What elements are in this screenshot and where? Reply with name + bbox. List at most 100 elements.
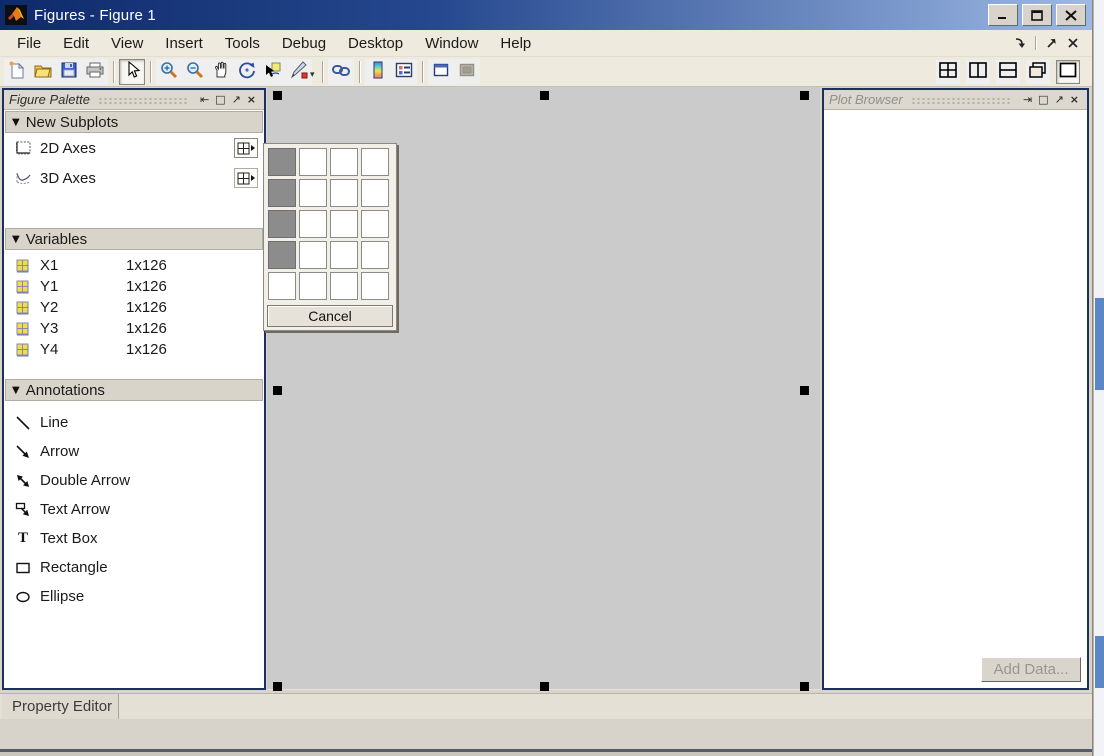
3d-axes-grid-button[interactable] bbox=[234, 168, 258, 188]
text-box-icon: T bbox=[14, 531, 32, 547]
subplot-item-3d-axes[interactable]: 3D Axes bbox=[4, 163, 264, 193]
titlebar[interactable]: Figures - Figure 1 bbox=[0, 0, 1092, 30]
menu-tools[interactable]: Tools bbox=[214, 32, 271, 55]
menu-insert[interactable]: Insert bbox=[154, 32, 214, 55]
layout-cascade-button[interactable] bbox=[1026, 60, 1050, 84]
grid-cell-r1c4[interactable] bbox=[361, 148, 389, 176]
select-arrow-button[interactable] bbox=[119, 59, 145, 85]
grid-cell-r3c4[interactable] bbox=[361, 210, 389, 238]
annotation-item-rectangle[interactable]: Rectangle bbox=[4, 553, 264, 582]
zoom-out-button[interactable] bbox=[182, 59, 208, 85]
link-plot-button[interactable] bbox=[328, 59, 354, 85]
zoom-in-button[interactable] bbox=[156, 59, 182, 85]
dock-left-icon[interactable]: ⇤ bbox=[197, 94, 212, 105]
property-editor-tab[interactable]: Property Editor bbox=[2, 694, 119, 720]
close-button[interactable] bbox=[1056, 4, 1086, 26]
open-file-button[interactable] bbox=[30, 59, 56, 85]
selection-handle-bottom-left[interactable] bbox=[273, 682, 282, 691]
selection-handle-mid-left[interactable] bbox=[273, 386, 282, 395]
layout-grid-button[interactable] bbox=[936, 60, 960, 84]
close-figure-icon[interactable] bbox=[1066, 36, 1080, 50]
section-new-subplots[interactable]: ▼ New Subplots bbox=[5, 111, 263, 133]
save-button[interactable] bbox=[56, 59, 82, 85]
selection-handle-top-left[interactable] bbox=[273, 91, 282, 100]
menu-edit[interactable]: Edit bbox=[52, 32, 100, 55]
variable-row-y1[interactable]: Y1 1x126 bbox=[4, 276, 264, 297]
grid-cell-r4c3[interactable] bbox=[330, 241, 358, 269]
brush-button[interactable] bbox=[286, 59, 312, 85]
desktop-layout-buttons bbox=[936, 60, 1088, 84]
minimize-button[interactable] bbox=[988, 4, 1018, 26]
selection-handle-top-right[interactable] bbox=[800, 91, 809, 100]
grid-cell-r3c1[interactable] bbox=[268, 210, 296, 238]
variable-row-x1[interactable]: X1 1x126 bbox=[4, 255, 264, 276]
selection-handle-bottom-center[interactable] bbox=[540, 682, 549, 691]
grid-cell-r3c2[interactable] bbox=[299, 210, 327, 238]
menu-view[interactable]: View bbox=[100, 32, 154, 55]
close-panel-icon[interactable]: × bbox=[244, 94, 259, 105]
new-figure-button[interactable] bbox=[4, 59, 30, 85]
grid-cell-r4c4[interactable] bbox=[361, 241, 389, 269]
maximize-panel-icon[interactable]: □ bbox=[212, 94, 228, 105]
annotation-item-double-arrow[interactable]: Double Arrow bbox=[4, 466, 264, 495]
grid-cell-r1c3[interactable] bbox=[330, 148, 358, 176]
menu-debug[interactable]: Debug bbox=[271, 32, 337, 55]
section-variables[interactable]: ▼ Variables bbox=[5, 228, 263, 250]
plot-browser-header[interactable]: Plot Browser ⇥ □ ↗ × bbox=[824, 90, 1087, 110]
grid-cell-r5c1[interactable] bbox=[268, 272, 296, 300]
grid-cell-r2c3[interactable] bbox=[330, 179, 358, 207]
print-button[interactable] bbox=[82, 59, 108, 85]
selection-handle-top-center[interactable] bbox=[540, 91, 549, 100]
annotation-item-text-box[interactable]: T Text Box bbox=[4, 524, 264, 553]
close-panel-icon[interactable]: × bbox=[1067, 94, 1082, 105]
grid-cell-r5c2[interactable] bbox=[299, 272, 327, 300]
grid-cell-r3c3[interactable] bbox=[330, 210, 358, 238]
grid-cell-r1c2[interactable] bbox=[299, 148, 327, 176]
dock-right-icon[interactable]: ⇥ bbox=[1020, 94, 1035, 105]
add-data-button[interactable]: Add Data... bbox=[981, 657, 1081, 682]
annotation-item-ellipse[interactable]: Ellipse bbox=[4, 582, 264, 611]
grid-cell-r5c3[interactable] bbox=[330, 272, 358, 300]
selection-handle-mid-right[interactable] bbox=[800, 386, 809, 395]
2d-axes-grid-button[interactable] bbox=[234, 138, 258, 158]
subplot-item-2d-axes[interactable]: 2D Axes bbox=[4, 133, 264, 163]
insert-legend-button[interactable] bbox=[391, 59, 417, 85]
undock-panel-icon[interactable]: ↗ bbox=[229, 94, 244, 105]
layout-single-button[interactable] bbox=[1056, 60, 1080, 84]
annotation-item-text-arrow[interactable]: Text Arrow bbox=[4, 495, 264, 524]
layout-horizontal-split-button[interactable] bbox=[996, 60, 1020, 84]
grid-cell-r4c2[interactable] bbox=[299, 241, 327, 269]
data-cursor-button[interactable] bbox=[260, 59, 286, 85]
rotate-3d-button[interactable] bbox=[234, 59, 260, 85]
hide-plot-tools-button[interactable] bbox=[428, 59, 454, 85]
menu-help[interactable]: Help bbox=[489, 32, 542, 55]
section-annotations[interactable]: ▼ Annotations bbox=[5, 379, 263, 401]
grid-cell-r2c1[interactable] bbox=[268, 179, 296, 207]
menu-desktop[interactable]: Desktop bbox=[337, 32, 414, 55]
insert-colorbar-button[interactable] bbox=[365, 59, 391, 85]
layout-vertical-split-button[interactable] bbox=[966, 60, 990, 84]
undock-panel-icon[interactable]: ↗ bbox=[1052, 94, 1067, 105]
grid-cell-r4c1[interactable] bbox=[268, 241, 296, 269]
cancel-button[interactable]: Cancel bbox=[267, 305, 393, 327]
maximize-button[interactable] bbox=[1022, 4, 1052, 26]
grid-cell-r5c4[interactable] bbox=[361, 272, 389, 300]
variable-row-y4[interactable]: Y4 1x126 bbox=[4, 339, 264, 360]
undock-icon[interactable] bbox=[1044, 36, 1058, 50]
annotation-item-arrow[interactable]: Arrow bbox=[4, 437, 264, 466]
menu-file[interactable]: File bbox=[6, 32, 52, 55]
figure-palette-header[interactable]: Figure Palette ⇤ □ ↗ × bbox=[4, 90, 264, 110]
maximize-panel-icon[interactable]: □ bbox=[1035, 94, 1051, 105]
variable-row-y2[interactable]: Y2 1x126 bbox=[4, 297, 264, 318]
annotation-item-line[interactable]: Line bbox=[4, 408, 264, 437]
dock-figure-icon[interactable] bbox=[1013, 36, 1027, 50]
selection-handle-bottom-right[interactable] bbox=[800, 682, 809, 691]
grid-cell-r2c2[interactable] bbox=[299, 179, 327, 207]
caret-down-icon[interactable]: ▾ bbox=[310, 70, 315, 80]
variable-row-y3[interactable]: Y3 1x126 bbox=[4, 318, 264, 339]
show-plot-tools-button[interactable] bbox=[454, 59, 480, 85]
menu-window[interactable]: Window bbox=[414, 32, 489, 55]
pan-button[interactable] bbox=[208, 59, 234, 85]
grid-cell-r1c1[interactable] bbox=[268, 148, 296, 176]
grid-cell-r2c4[interactable] bbox=[361, 179, 389, 207]
